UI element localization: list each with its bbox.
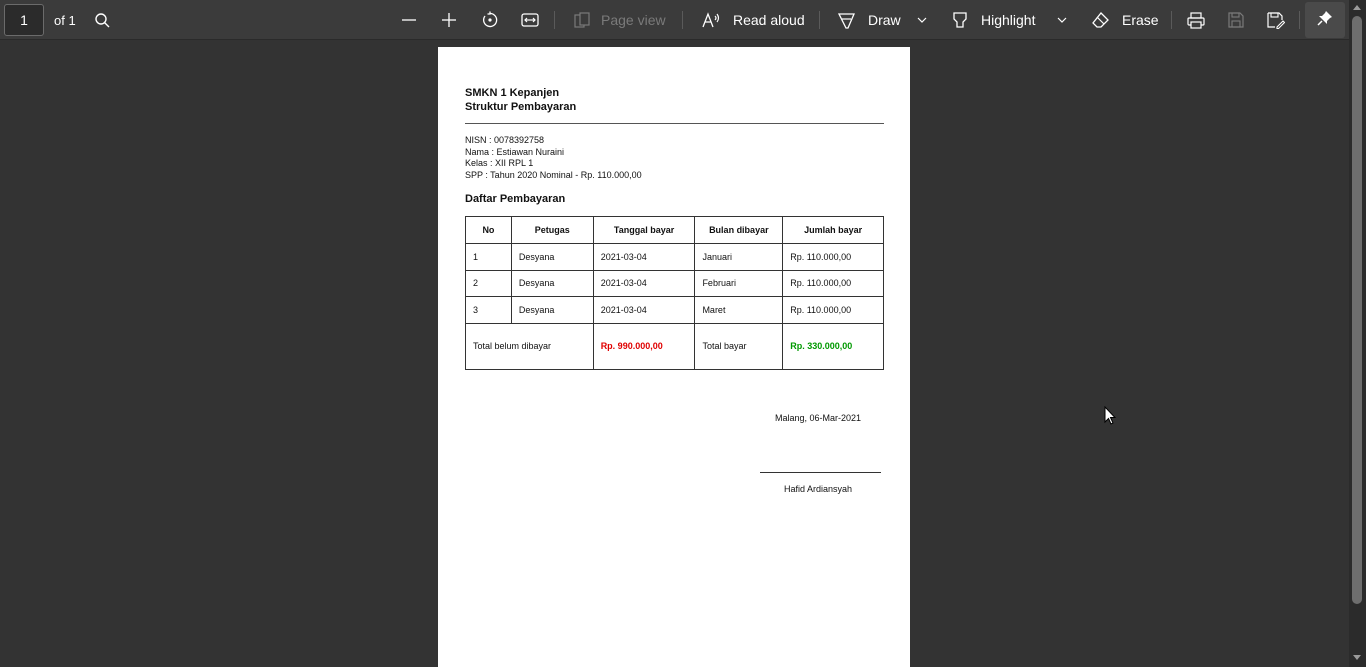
- fit-page-icon[interactable]: [521, 0, 539, 40]
- column-header: Bulan dibayar: [694, 216, 784, 244]
- toolbar-divider: [1299, 11, 1300, 29]
- read-aloud-label: Read aloud: [733, 12, 805, 28]
- chevron-down-icon[interactable]: [1057, 0, 1067, 40]
- rotate-icon[interactable]: [481, 0, 499, 40]
- draw-button[interactable]: Draw: [838, 0, 901, 40]
- column-header: No: [465, 216, 512, 244]
- scroll-thumb[interactable]: [1352, 16, 1362, 604]
- table-header-row: No Petugas Tanggal bayar Bulan dibayar J…: [465, 216, 884, 244]
- save-as-icon[interactable]: [1267, 0, 1285, 40]
- highlight-icon: [952, 11, 968, 29]
- toolbar-divider: [682, 11, 683, 29]
- mouse-cursor-icon: [1104, 405, 1117, 430]
- total-paid-label: Total bayar: [694, 322, 784, 370]
- total-unpaid-value: Rp. 990.000,00: [592, 322, 696, 370]
- table-cell: 2: [465, 269, 512, 297]
- document-header: SMKN 1 Kepanjen Struktur Pembayaran: [465, 86, 576, 114]
- highlight-button[interactable]: Highlight: [952, 0, 1035, 40]
- total-paid-value: Rp. 330.000,00: [782, 322, 884, 370]
- erase-icon: [1092, 11, 1109, 29]
- page-number-input[interactable]: 1: [4, 4, 44, 36]
- zoom-out-icon[interactable]: [401, 0, 417, 40]
- pdf-page: SMKN 1 Kepanjen Struktur Pembayaran NISN…: [438, 47, 910, 667]
- table-cell: Desyana: [510, 269, 594, 297]
- search-icon[interactable]: [94, 0, 111, 40]
- highlight-label: Highlight: [981, 12, 1036, 28]
- table-cell: Rp. 110.000,00: [782, 269, 884, 297]
- kelas-text: Kelas : XII RPL 1: [465, 158, 534, 169]
- header-divider: [465, 123, 884, 124]
- table-row: 2 Desyana 2021-03-04 Februari Rp. 110.00…: [465, 269, 884, 297]
- column-header: Petugas: [510, 216, 594, 244]
- total-row: Total belum dibayar Rp. 990.000,00 Total…: [465, 322, 884, 370]
- table-cell: Januari: [694, 243, 784, 271]
- table-cell: 2021-03-04: [592, 243, 696, 271]
- column-header: Jumlah bayar: [782, 216, 884, 244]
- page-view-button[interactable]: Page view: [574, 0, 666, 40]
- page-view-label: Page view: [601, 12, 666, 28]
- section-title: Daftar Pembayaran: [465, 193, 566, 205]
- table-cell: Rp. 110.000,00: [782, 243, 884, 271]
- erase-label: Erase: [1122, 12, 1159, 28]
- scroll-down-icon[interactable]: [1353, 655, 1361, 660]
- read-aloud-button[interactable]: Read aloud: [702, 0, 805, 40]
- toolbar-divider: [1171, 11, 1172, 29]
- pdf-toolbar: 1 of 1 Page view Read aloud Draw Highlig…: [0, 0, 1349, 40]
- table-cell: 2021-03-04: [592, 269, 696, 297]
- draw-icon: [838, 12, 855, 29]
- zoom-in-icon[interactable]: [441, 0, 457, 40]
- signature-line: [760, 472, 881, 473]
- student-info: NISN : 0078392758 Nama : Estiawan Nurain…: [465, 135, 642, 182]
- total-unpaid-label: Total belum dibayar: [465, 322, 594, 370]
- city-date: Malang, 06-Mar-2021: [775, 413, 862, 423]
- table-row: 3 Desyana 2021-03-04 Maret Rp. 110.000,0…: [465, 296, 884, 324]
- school-name: SMKN 1 Kepanjen: [465, 87, 560, 99]
- page-view-icon: [574, 11, 591, 29]
- nama-text: Nama : Estiawan Nuraini: [465, 146, 565, 157]
- save-icon: [1228, 0, 1244, 40]
- table-cell: 1: [465, 243, 512, 271]
- table-cell: Rp. 110.000,00: [782, 296, 884, 324]
- scroll-up-icon[interactable]: [1353, 5, 1361, 10]
- toolbar-divider: [554, 11, 555, 29]
- table-cell: Desyana: [510, 243, 594, 271]
- draw-label: Draw: [868, 12, 901, 28]
- pin-toolbar-button[interactable]: [1305, 2, 1345, 38]
- nisn-text: NISN : 0078392758: [465, 135, 545, 145]
- table-row: 1 Desyana 2021-03-04 Januari Rp. 110.000…: [465, 243, 884, 271]
- page-count-label: of 1: [54, 12, 76, 28]
- payment-table: No Petugas Tanggal bayar Bulan dibayar J…: [465, 216, 884, 370]
- read-aloud-icon: [702, 12, 720, 28]
- erase-button[interactable]: Erase: [1092, 0, 1159, 40]
- table-cell: Maret: [694, 296, 784, 324]
- print-icon[interactable]: [1187, 0, 1205, 40]
- pin-icon: [1317, 10, 1333, 31]
- toolbar-divider: [819, 11, 820, 29]
- table-cell: Desyana: [510, 296, 594, 324]
- chevron-down-icon[interactable]: [917, 0, 927, 40]
- signer-name: Hafid Ardiansyah: [784, 484, 853, 494]
- table-cell: 3: [465, 296, 512, 324]
- spp-text: SPP : Tahun 2020 Nominal - Rp. 110.000,0…: [465, 170, 642, 181]
- document-subtitle: Struktur Pembayaran: [465, 101, 577, 113]
- vertical-scrollbar[interactable]: [1349, 0, 1366, 667]
- table-cell: 2021-03-04: [592, 296, 696, 324]
- table-cell: Februari: [694, 269, 784, 297]
- column-header: Tanggal bayar: [592, 216, 696, 244]
